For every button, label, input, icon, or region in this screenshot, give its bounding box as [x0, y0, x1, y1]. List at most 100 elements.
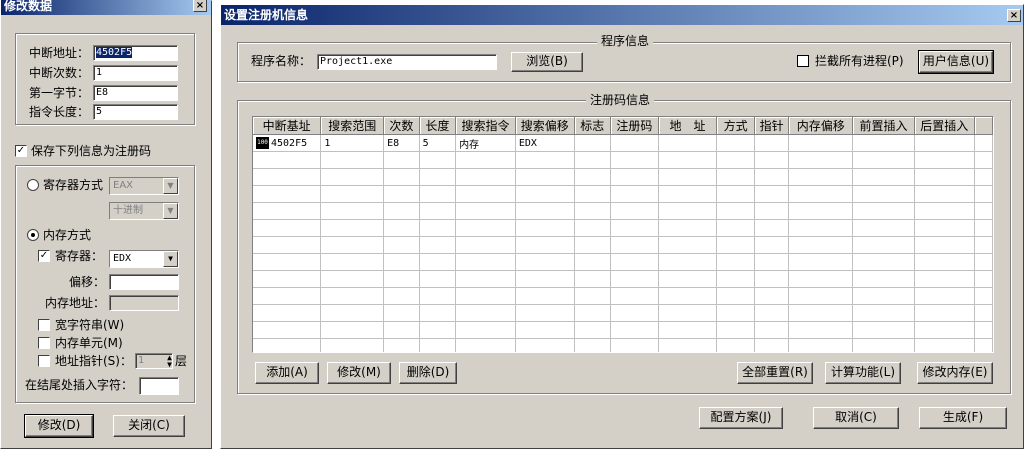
column-header[interactable]: 前置插入	[852, 117, 915, 135]
table-row-empty[interactable]	[253, 338, 993, 352]
table-row-empty[interactable]	[253, 253, 993, 271]
reset-all-button[interactable]: 全部重置(R)	[737, 362, 813, 384]
save-as-regcode-checkbox[interactable]: ✓	[15, 145, 27, 157]
table-row-empty[interactable]	[253, 287, 993, 305]
table-row-empty[interactable]	[253, 236, 993, 254]
instr-length-input[interactable]: 5	[93, 104, 178, 120]
break-count-label: 中断次数：	[29, 66, 90, 80]
register-info-titlebar[interactable]: 设置注册机信息	[221, 5, 1023, 25]
table-cell	[788, 287, 854, 305]
table-cell	[253, 236, 322, 254]
column-header[interactable]: 长度	[419, 117, 457, 135]
browse-button[interactable]: 浏览(B)	[511, 52, 583, 72]
register-info-close-button[interactable]: ×	[1007, 9, 1021, 22]
config-scheme-button[interactable]: 配置方案(J)	[699, 407, 783, 429]
program-name-input[interactable]: Project1.exe	[317, 54, 497, 70]
column-header[interactable]: 后置插入	[914, 117, 975, 135]
table-row[interactable]: 100 4502F5 1 E8 5 内存 EDX	[253, 134, 993, 152]
offset-input[interactable]	[109, 274, 179, 290]
table-cell	[754, 236, 790, 254]
column-header[interactable]: 注册码	[610, 117, 659, 135]
table-row-empty[interactable]	[253, 304, 993, 322]
modify-button[interactable]: 修改(M)	[327, 362, 391, 384]
spin-arrows-icon[interactable]: ▲ ▼	[167, 354, 172, 368]
column-header[interactable]: 中断基址	[253, 117, 322, 135]
memory-mode-radio[interactable]	[27, 229, 39, 241]
table-cell	[574, 134, 612, 152]
table-cell	[610, 151, 659, 169]
table-cell	[716, 168, 755, 186]
widechar-checkbox[interactable]	[38, 319, 50, 331]
delete-button[interactable]: 删除(D)	[399, 362, 457, 384]
column-header[interactable]: 指针	[754, 117, 790, 135]
table-row-empty[interactable]	[253, 270, 993, 288]
table-cell	[455, 304, 516, 322]
register-mode-combo[interactable]: EAX ▼	[109, 177, 179, 195]
insert-char-label: 在结尾处插入字符：	[25, 378, 134, 392]
close-icon: ×	[195, 0, 205, 11]
left-modify-button[interactable]: 修改(D)	[24, 414, 94, 438]
table-cell	[754, 253, 790, 271]
table-cell	[515, 151, 575, 169]
offset-label: 偏移：	[69, 275, 106, 289]
table-cell	[658, 185, 718, 203]
intercept-all-checkbox[interactable]	[797, 55, 809, 67]
insert-char-input[interactable]	[139, 377, 179, 395]
memaddr-input[interactable]	[109, 295, 179, 311]
column-header[interactable]: 方式	[716, 117, 755, 135]
table-cell	[914, 185, 975, 203]
table-row-empty[interactable]	[253, 151, 993, 169]
column-header[interactable]: 地 址	[658, 117, 718, 135]
column-header[interactable]: 搜索范围	[320, 117, 385, 135]
chevron-down-icon: ▼	[163, 251, 178, 267]
modify-data-close-button[interactable]: ×	[193, 0, 207, 12]
register-checkbox[interactable]: ✓	[38, 250, 50, 262]
table-cell	[253, 202, 322, 220]
column-header[interactable]: 内存偏移	[788, 117, 854, 135]
first-byte-input[interactable]: E8	[93, 85, 178, 101]
table-cell	[658, 236, 718, 254]
register-combo[interactable]: EDX ▼	[109, 250, 179, 268]
column-header[interactable]: 次数	[383, 117, 420, 135]
table-row-empty[interactable]	[253, 202, 993, 220]
modify-memory-button[interactable]: 修改内存(E)	[917, 362, 993, 384]
addrptr-spin-input[interactable]: 1 ▲ ▼	[135, 353, 173, 369]
table-row-empty[interactable]	[253, 321, 993, 339]
table-cell	[320, 304, 385, 322]
table-cell	[515, 270, 575, 288]
break-count-input[interactable]: 1	[93, 65, 178, 81]
register-mode-radio[interactable]	[27, 179, 39, 191]
generate-button[interactable]: 生成(F)	[919, 407, 1007, 429]
memunit-checkbox[interactable]	[38, 337, 50, 349]
addrptr-checkbox[interactable]	[38, 355, 50, 367]
table-cell	[658, 321, 718, 339]
table-row-empty[interactable]	[253, 219, 993, 237]
column-header[interactable]: 搜索指令	[455, 117, 516, 135]
column-header[interactable]: 标志	[574, 117, 612, 135]
radix-combo[interactable]: 十进制 ▼	[109, 202, 179, 220]
table-cell	[320, 219, 385, 237]
table-row-empty[interactable]	[253, 185, 993, 203]
column-header[interactable]: 搜索偏移	[515, 117, 575, 135]
break-addr-input[interactable]: 4502F5	[93, 45, 178, 61]
user-info-button[interactable]: 用户信息(U)	[918, 50, 994, 74]
table-row-empty[interactable]	[253, 168, 993, 186]
table-cell	[914, 321, 975, 339]
table-cell	[610, 168, 659, 186]
modify-data-title: 修改数据	[4, 0, 53, 13]
modify-data-titlebar[interactable]: 修改数据	[1, 0, 211, 15]
table-cell	[716, 253, 755, 271]
calc-button[interactable]: 计算功能(L)	[825, 362, 901, 384]
table-cell	[455, 202, 516, 220]
table-cell	[658, 134, 718, 152]
table-cell	[716, 185, 755, 203]
cancel-button[interactable]: 取消(C)	[813, 407, 899, 429]
table-cell	[974, 304, 993, 322]
table-cell	[852, 321, 915, 339]
table-cell	[253, 304, 322, 322]
add-button[interactable]: 添加(A)	[255, 362, 319, 384]
left-close-button[interactable]: 关闭(C)	[113, 415, 185, 437]
break-addr-label: 中断地址：	[29, 46, 90, 60]
table-cell	[914, 338, 975, 352]
table-cell	[515, 168, 575, 186]
